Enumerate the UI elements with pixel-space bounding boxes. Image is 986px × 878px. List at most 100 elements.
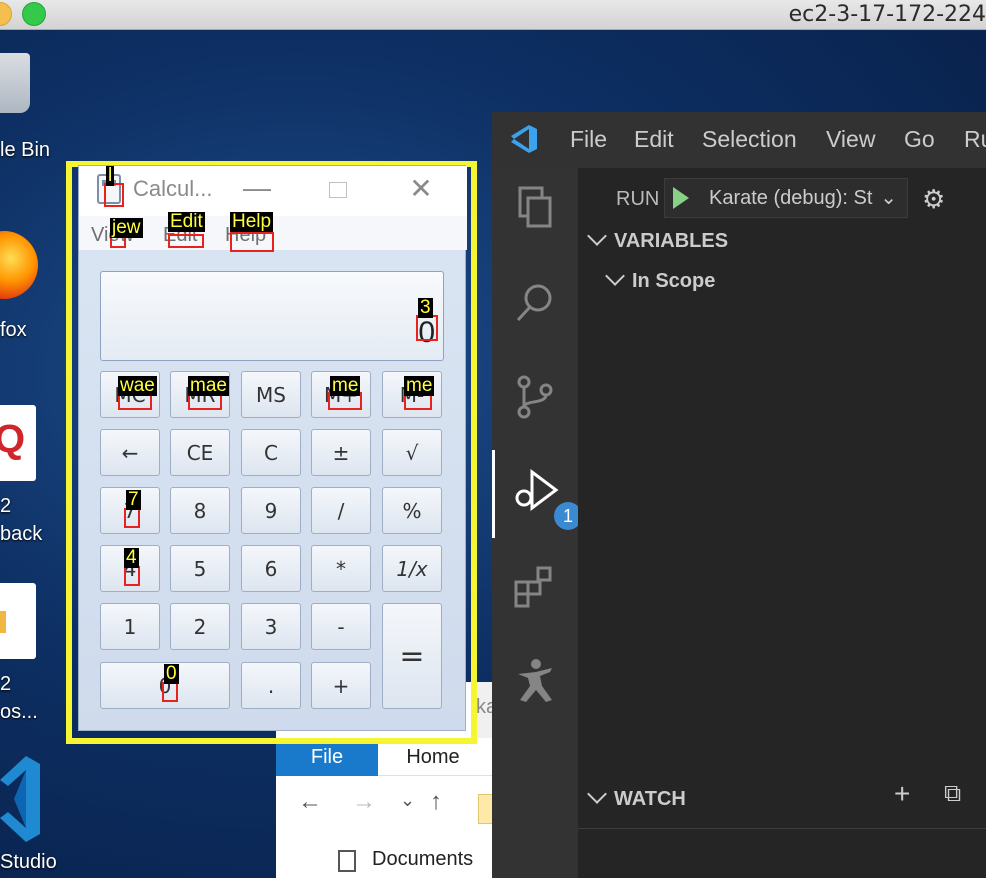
firefox-icon[interactable] [0,231,38,299]
search-icon[interactable] [510,278,560,328]
recent-locations-icon[interactable]: ⌄ [400,790,415,811]
explorer-nav-bar: ← → ⌄ ↑ [276,776,516,838]
chevron-down-icon: ⌄ [880,187,897,209]
watch-section-header[interactable]: WATCH [587,784,686,811]
run-debug-icon[interactable]: 1 [510,466,582,530]
menu-go[interactable]: Go [904,126,935,153]
percent-button[interactable]: % [382,487,442,534]
annotation-tag: 0 [164,663,179,684]
in-scope-node[interactable]: In Scope [605,266,716,293]
run-label: RUN [616,188,660,210]
divide-button[interactable]: / [311,487,371,534]
desktop-icon-label-3a: 2 [0,495,12,517]
annotation-box [230,232,274,252]
menu-edit[interactable]: Edit [634,126,674,153]
digit-1-button[interactable]: 1 [100,603,160,650]
vscode-menubar: File Edit Selection View Go Ru [492,112,986,168]
minimize-button[interactable]: — [237,172,277,204]
equals-button[interactable]: = [382,603,442,709]
multiply-button[interactable]: * [311,545,371,592]
menu-run[interactable]: Ru [964,126,986,153]
maximize-button[interactable] [329,182,347,198]
back-arrow-icon[interactable]: ← [298,788,322,816]
gear-icon[interactable]: ⚙ [922,184,945,215]
karate-extension-icon[interactable] [510,656,560,706]
launch-config-select[interactable]: Karate (debug): St ⌄ [664,178,908,218]
digit-2-button[interactable]: 2 [170,603,230,650]
calculator-title-bar: Calcul... — ✕ [79,166,467,216]
chevron-down-icon [587,226,607,246]
menu-view[interactable]: View [826,126,875,153]
annotation-tag: Edit [168,211,205,232]
run-toolbar: RUN Karate (debug): St ⌄ ⚙ [578,176,986,222]
menu-file[interactable]: File [570,126,607,153]
run-debug-sidebar: RUN Karate (debug): St ⌄ ⚙ VARIABLES In … [578,168,986,878]
ms-button[interactable]: MS [241,371,301,418]
annotation-tag: wae [118,375,157,396]
visual-studio-code-icon[interactable] [0,756,40,842]
close-button[interactable]: ✕ [401,172,441,205]
active-indicator [492,450,495,538]
recycle-bin-icon[interactable] [0,53,30,113]
mac-title-bar: ec2-3-17-172-224 [0,0,986,30]
add-expression-icon[interactable]: + [894,778,910,810]
documents-item[interactable]: Documents [372,848,473,871]
window-title: ec2-3-17-172-224 [788,2,986,27]
activity-bar: 1 [492,168,582,878]
annotation-tag: 7 [126,489,141,510]
digit-3-button[interactable]: 3 [241,603,301,650]
annotation-tag: mae [188,375,229,396]
zoom-traffic-light[interactable] [22,2,46,26]
launch-config-value: Karate (debug): St [709,187,873,209]
desktop-icon-label-4b: os... [0,701,38,723]
annotation-tag: Help [230,211,274,232]
extensions-icon[interactable] [510,562,560,612]
start-debugging-icon[interactable] [673,187,689,209]
annotation-tag: me [330,375,361,396]
annotation-box [162,682,178,702]
desktop-icon-label-studio: Studio [0,851,57,873]
annotation-tag: jew [110,217,143,238]
app-tile-icon[interactable]: Q [0,405,36,481]
watch-label: WATCH [614,788,686,810]
c-button[interactable]: C [241,429,301,476]
annotation-tag: 4 [124,547,139,568]
menu-selection[interactable]: Selection [702,126,797,153]
digit-5-button[interactable]: 5 [170,545,230,592]
source-control-icon[interactable] [510,372,560,422]
minimize-traffic-light[interactable] [0,2,12,26]
explorer-files-icon[interactable] [510,182,560,232]
negate-button[interactable]: ± [311,429,371,476]
in-scope-label: In Scope [632,270,716,292]
annotation-box [168,234,204,248]
forward-arrow-icon[interactable]: → [352,788,376,816]
desktop-icon-label-4a: 2 [0,673,12,695]
decimal-button[interactable]: . [241,662,301,709]
annotation-box [104,183,124,207]
ce-button[interactable]: CE [170,429,230,476]
variables-label: VARIABLES [614,230,729,252]
annotation-box [416,315,438,341]
chevron-down-icon [605,266,625,286]
subtract-button[interactable]: - [311,603,371,650]
annotation-tag: me [404,375,435,396]
digit-9-button[interactable]: 9 [241,487,301,534]
calculator-title: Calcul... [133,176,213,201]
package-tile-icon[interactable] [0,583,36,659]
digit-8-button[interactable]: 8 [170,487,230,534]
add-button[interactable]: + [311,662,371,709]
up-arrow-icon[interactable]: ↑ [430,788,442,816]
sqrt-button[interactable]: √ [382,429,442,476]
annotation-tag: 3 [418,297,433,318]
annotation-box [124,566,140,586]
watch-divider [578,828,986,829]
calculator-display: 0 [100,271,444,361]
digit-6-button[interactable]: 6 [241,545,301,592]
reciprocal-button[interactable]: 1/x [382,545,442,592]
backspace-button[interactable]: ← [100,429,160,476]
collapse-all-icon[interactable]: ⧉ [944,780,961,808]
variables-section-header[interactable]: VARIABLES [587,226,729,253]
annotation-box [124,508,140,528]
vscode-logo-icon [511,125,537,153]
chevron-down-icon [587,784,607,804]
